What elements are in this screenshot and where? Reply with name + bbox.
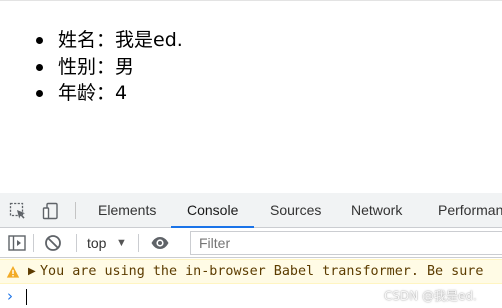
toolbar-separator [138, 234, 139, 252]
prompt-chevron-icon: › [7, 287, 13, 305]
toolbar-separator [76, 234, 77, 252]
warning-icon [6, 265, 20, 279]
text-caret [26, 289, 27, 305]
list-item-gender: 性别：男 [36, 54, 183, 81]
tab-performance[interactable]: Performan [438, 193, 502, 228]
toolbar-separator [33, 234, 34, 252]
devtools-tabbar: Elements Console Sources Network Perform… [0, 193, 502, 228]
tab-console[interactable]: Console [170, 193, 255, 228]
inspect-element-icon[interactable] [8, 201, 28, 221]
watermark: CSDN @我是ed. [384, 289, 477, 303]
dropdown-arrow-icon[interactable]: ▼ [116, 228, 127, 258]
clear-console-icon[interactable] [43, 233, 63, 253]
rendered-page: 姓名：我是ed. 性别：男 年龄：4 [0, 0, 502, 193]
context-selector[interactable]: top [87, 228, 106, 258]
console-toolbar: top ▼ [0, 228, 502, 258]
tabbar-separator [75, 202, 76, 219]
show-sidebar-icon[interactable] [7, 233, 27, 253]
info-list: 姓名：我是ed. 性别：男 年龄：4 [36, 27, 183, 107]
expand-arrow-icon[interactable]: ▶ [28, 264, 36, 280]
filter-input[interactable] [190, 231, 502, 255]
tab-network[interactable]: Network [351, 193, 402, 228]
warning-text: You are using the in-browser Babel trans… [40, 264, 484, 279]
tab-elements[interactable]: Elements [98, 193, 156, 228]
list-item-age: 年龄：4 [36, 80, 183, 107]
device-toolbar-icon[interactable] [41, 201, 61, 221]
list-item-name: 姓名：我是ed. [36, 27, 183, 54]
live-expression-eye-icon[interactable] [150, 233, 170, 253]
console-warning-message[interactable]: ▶ You are using the in-browser Babel tra… [0, 259, 502, 284]
tab-sources[interactable]: Sources [270, 193, 321, 228]
